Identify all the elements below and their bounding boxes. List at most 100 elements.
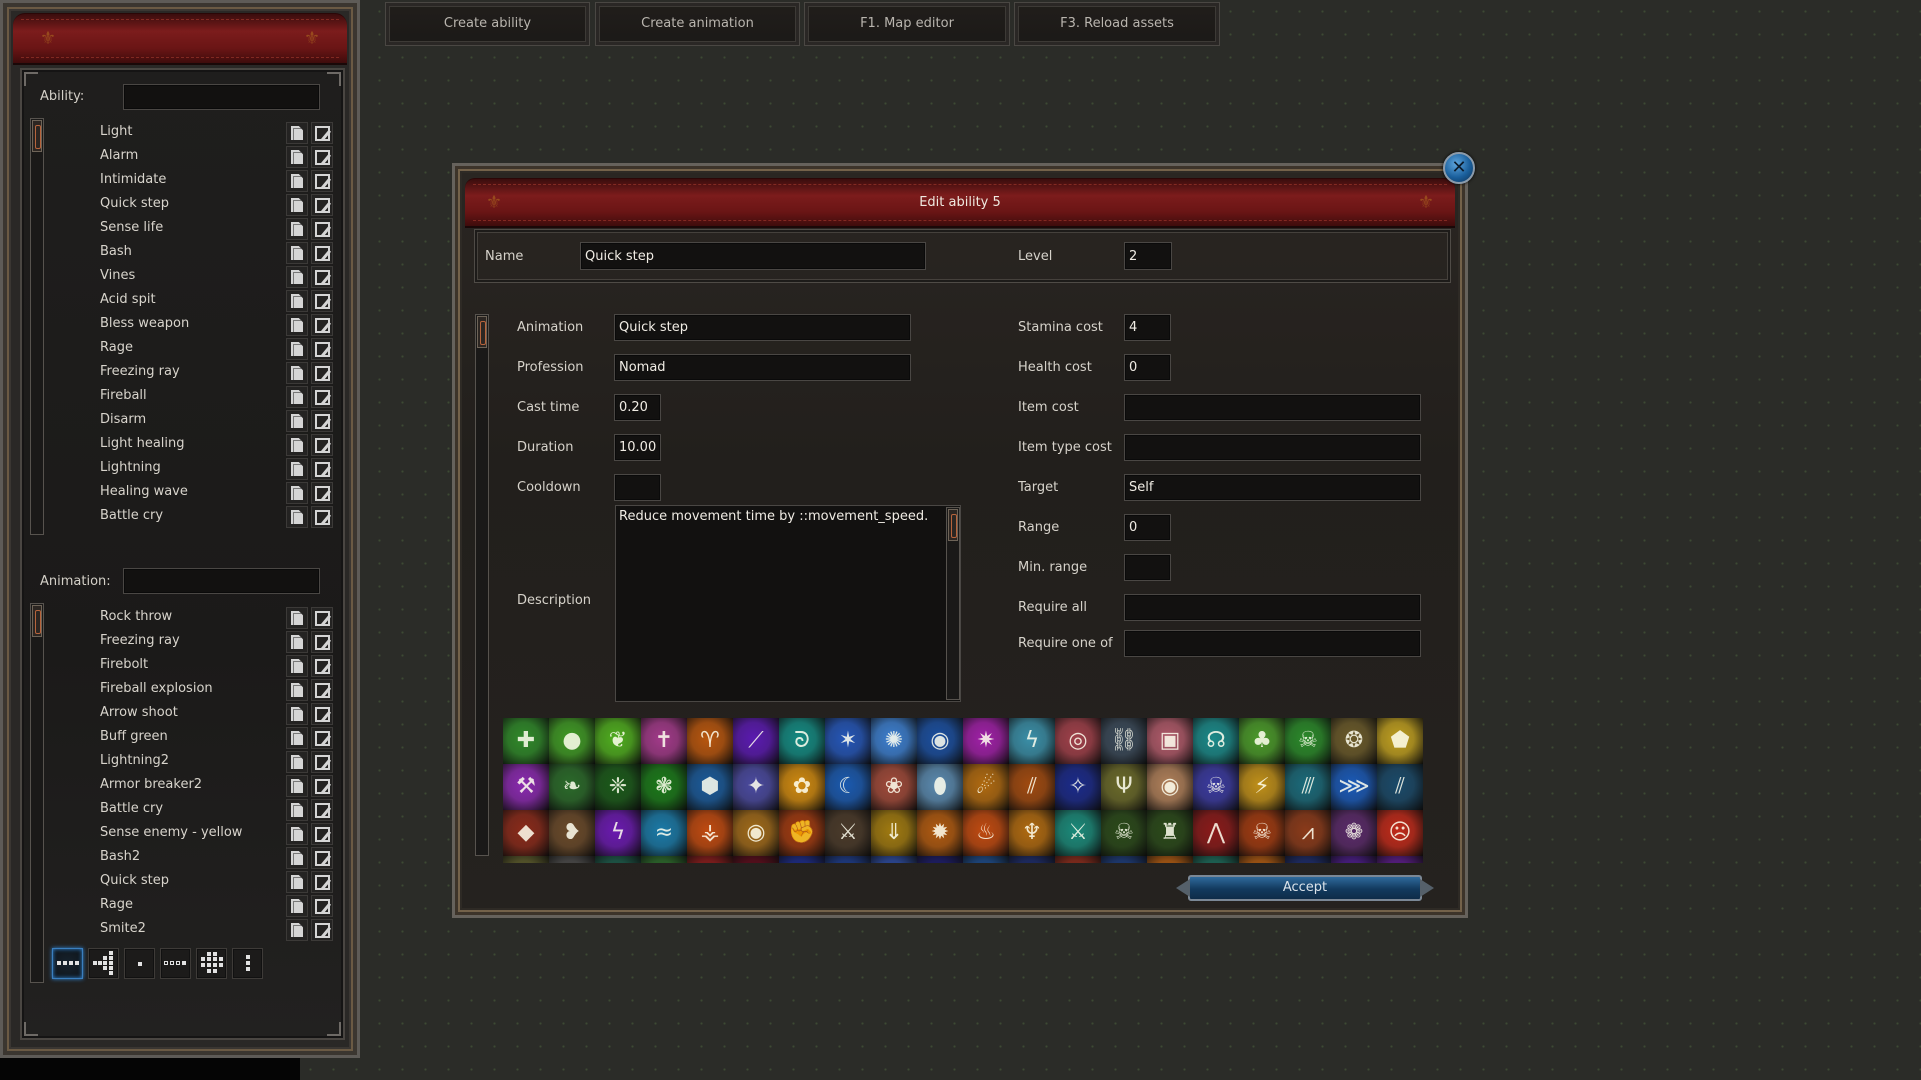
- copy-ability-button[interactable]: [286, 506, 308, 528]
- edit-animation-button[interactable]: [311, 799, 333, 821]
- row4-icon-16[interactable]: [1193, 856, 1239, 863]
- copy-ability-button[interactable]: [286, 122, 308, 144]
- poison-skull-icon[interactable]: ☠: [1285, 718, 1331, 764]
- fire-claw-icon[interactable]: ❥: [549, 810, 595, 856]
- edit-animation-button[interactable]: [311, 727, 333, 749]
- ability-list-item[interactable]: Vines: [100, 266, 350, 288]
- edit-animation-button[interactable]: [311, 631, 333, 653]
- copy-ability-button[interactable]: [286, 314, 308, 336]
- ability-list-item[interactable]: Light healing: [100, 434, 350, 456]
- create-animation-button[interactable]: Create animation: [595, 2, 800, 46]
- flaming-skull-icon[interactable]: ☠: [1239, 810, 1285, 856]
- edit-animation-button[interactable]: [311, 775, 333, 797]
- copy-animation-button[interactable]: [286, 823, 308, 845]
- edit-animation-button[interactable]: [311, 823, 333, 845]
- copy-animation-button[interactable]: [286, 655, 308, 677]
- ability-list-item[interactable]: Battle cry: [100, 506, 350, 528]
- golden-slash-icon[interactable]: ⚡: [1239, 764, 1285, 810]
- blue-stars-icon[interactable]: ✧: [1055, 764, 1101, 810]
- ability-list-item[interactable]: Acid spit: [100, 290, 350, 312]
- scrollbar-thumb[interactable]: [32, 605, 42, 637]
- require-all-input[interactable]: [1124, 594, 1421, 621]
- health-cost-input[interactable]: [1124, 354, 1171, 381]
- ability-list-item[interactable]: Fireball: [100, 386, 350, 408]
- copy-animation-button[interactable]: [286, 679, 308, 701]
- profession-input[interactable]: [614, 354, 911, 381]
- row4-icon-14[interactable]: [1101, 856, 1147, 863]
- copy-ability-button[interactable]: [286, 386, 308, 408]
- stamina-cost-input[interactable]: [1124, 314, 1171, 341]
- edit-ability-button[interactable]: [311, 266, 333, 288]
- copy-animation-button[interactable]: [286, 847, 308, 869]
- blue-rays-icon[interactable]: ⋙: [1331, 764, 1377, 810]
- green-wisp-icon[interactable]: ❈: [595, 764, 641, 810]
- copy-ability-button[interactable]: [286, 266, 308, 288]
- edit-ability-button[interactable]: [311, 458, 333, 480]
- copy-ability-button[interactable]: [286, 170, 308, 192]
- ability-list-item[interactable]: Lightning: [100, 458, 350, 480]
- edit-animation-button[interactable]: [311, 919, 333, 941]
- eye-icon[interactable]: ◉: [1147, 764, 1193, 810]
- flame-fist-icon[interactable]: ✊: [779, 810, 825, 856]
- cast-time-input[interactable]: [614, 394, 661, 421]
- acid-orb-icon[interactable]: ●: [549, 718, 595, 764]
- copy-ability-button[interactable]: [286, 146, 308, 168]
- animation-list-item[interactable]: Freezing ray: [100, 631, 350, 653]
- edit-ability-button[interactable]: [311, 194, 333, 216]
- layout-circle-button[interactable]: [196, 948, 227, 979]
- ice-claws-icon[interactable]: ⫽: [1377, 764, 1423, 810]
- copy-animation-button[interactable]: [286, 775, 308, 797]
- copy-animation-button[interactable]: [286, 895, 308, 917]
- edit-ability-button[interactable]: [311, 362, 333, 384]
- edit-ability-button[interactable]: [311, 338, 333, 360]
- row4-icon-19[interactable]: [1331, 856, 1377, 863]
- scrollbar-thumb[interactable]: [477, 316, 487, 348]
- animation-list-item[interactable]: Firebolt: [100, 655, 350, 677]
- carnivorous-plant-icon[interactable]: ❁: [1331, 810, 1377, 856]
- fire-comet-icon[interactable]: ☄: [963, 764, 1009, 810]
- ice-shards-icon[interactable]: ✶: [825, 718, 871, 764]
- duration-input[interactable]: [614, 434, 661, 461]
- copy-ability-button[interactable]: [286, 362, 308, 384]
- animation-list-item[interactable]: Rock throw: [100, 607, 350, 629]
- row4-icon-17[interactable]: [1239, 856, 1285, 863]
- item-type-cost-input[interactable]: [1124, 434, 1421, 461]
- edit-ability-button[interactable]: [311, 314, 333, 336]
- ice-wave-icon[interactable]: ☾: [825, 764, 871, 810]
- map-editor-button[interactable]: F1. Map editor: [804, 2, 1010, 46]
- range-input[interactable]: [1124, 514, 1171, 541]
- dolphin-icon[interactable]: ≈: [641, 810, 687, 856]
- animation-list-item[interactable]: Armor breaker2: [100, 775, 350, 797]
- dialog-scrollbar[interactable]: [475, 314, 489, 856]
- copy-ability-button[interactable]: [286, 434, 308, 456]
- row4-icon-7[interactable]: [779, 856, 825, 863]
- crossed-swords-icon[interactable]: ⚔: [1055, 810, 1101, 856]
- description-scrollbar[interactable]: [946, 507, 960, 700]
- teal-blades-icon[interactable]: ⫻: [1285, 764, 1331, 810]
- edit-ability-button[interactable]: [311, 506, 333, 528]
- mask-icon[interactable]: ☹: [1377, 810, 1423, 856]
- row4-icon-10[interactable]: [917, 856, 963, 863]
- scrollbar-thumb[interactable]: [32, 120, 42, 152]
- cooldown-input[interactable]: [614, 474, 661, 501]
- name-input[interactable]: [580, 242, 926, 270]
- row4-icon-3[interactable]: [595, 856, 641, 863]
- ability-list-item[interactable]: Light: [100, 122, 350, 144]
- animation-list-item[interactable]: Rage: [100, 895, 350, 917]
- copy-animation-button[interactable]: [286, 919, 308, 941]
- kraken-icon[interactable]: ☊: [1193, 718, 1239, 764]
- copy-animation-button[interactable]: [286, 751, 308, 773]
- edit-ability-button[interactable]: [311, 146, 333, 168]
- edit-ability-button[interactable]: [311, 122, 333, 144]
- copy-ability-button[interactable]: [286, 482, 308, 504]
- skeleton-icon[interactable]: ☠: [1101, 810, 1147, 856]
- edit-ability-button[interactable]: [311, 410, 333, 432]
- row4-icon-11[interactable]: [963, 856, 1009, 863]
- ability-list-item[interactable]: Freezing ray: [100, 362, 350, 384]
- flame-slash-icon[interactable]: ⫽: [1009, 764, 1055, 810]
- light-pillar-icon[interactable]: ⇓: [871, 810, 917, 856]
- ability-filter-input[interactable]: [123, 84, 320, 110]
- row4-icon-1[interactable]: [503, 856, 549, 863]
- accept-button[interactable]: Accept: [1188, 875, 1422, 901]
- description-textarea[interactable]: Reduce movement time by ::movement_speed…: [615, 505, 961, 702]
